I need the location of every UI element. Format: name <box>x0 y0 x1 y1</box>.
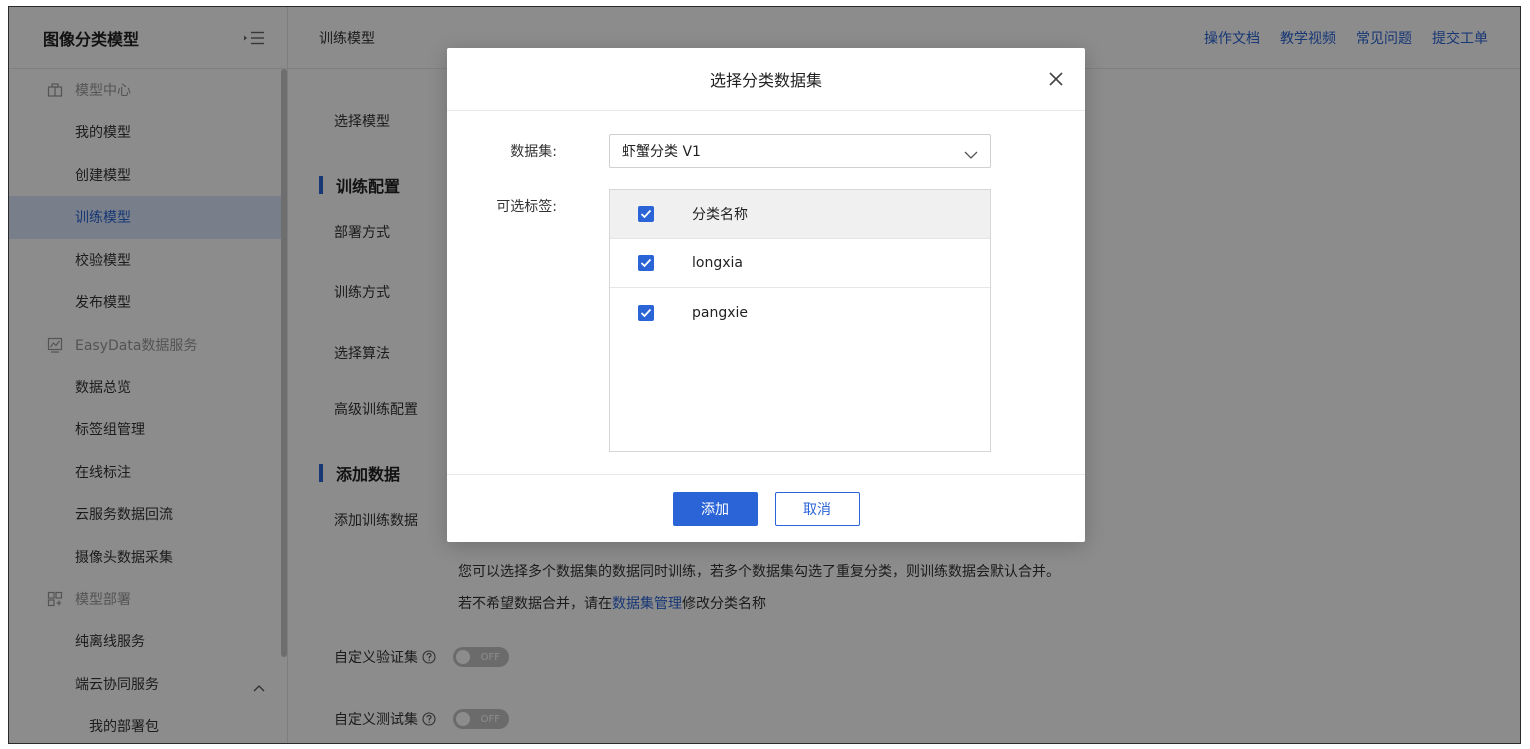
tag-list-header: 分类名称 <box>610 190 990 239</box>
dataset-select[interactable]: 虾蟹分类 V1 <box>609 134 991 168</box>
tag-name: pangxie <box>692 304 749 321</box>
select-dataset-modal: 选择分类数据集 数据集: 虾蟹分类 V1 可选标签: 分类名称 longxia … <box>447 48 1085 542</box>
modal-title: 选择分类数据集 <box>709 71 822 90</box>
dataset-label: 数据集: <box>510 144 557 160</box>
tag-row[interactable]: pangxie <box>610 288 990 337</box>
tag-row[interactable]: longxia <box>610 239 990 288</box>
close-icon[interactable] <box>1047 70 1065 88</box>
tag-list: 分类名称 longxia pangxie <box>609 189 991 452</box>
tag-header-label: 分类名称 <box>692 207 748 223</box>
select-all-checkbox[interactable] <box>638 206 654 222</box>
modal-header: 选择分类数据集 <box>447 48 1085 111</box>
cancel-button[interactable]: 取消 <box>774 491 860 526</box>
tag-checkbox[interactable] <box>638 304 654 321</box>
chevron-down-icon <box>964 147 978 159</box>
dataset-select-value: 虾蟹分类 V1 <box>622 144 701 160</box>
tag-name: longxia <box>692 255 743 271</box>
modal-footer: 添加 取消 <box>447 474 1085 542</box>
tag-checkbox[interactable] <box>638 255 654 271</box>
app-window: 图像分类模型 模型中心 我的模型 创建模型 训练模型 校验模型 发布模型 Eas… <box>8 6 1521 744</box>
tags-label: 可选标签: <box>496 199 557 215</box>
add-button[interactable]: 添加 <box>672 491 758 526</box>
